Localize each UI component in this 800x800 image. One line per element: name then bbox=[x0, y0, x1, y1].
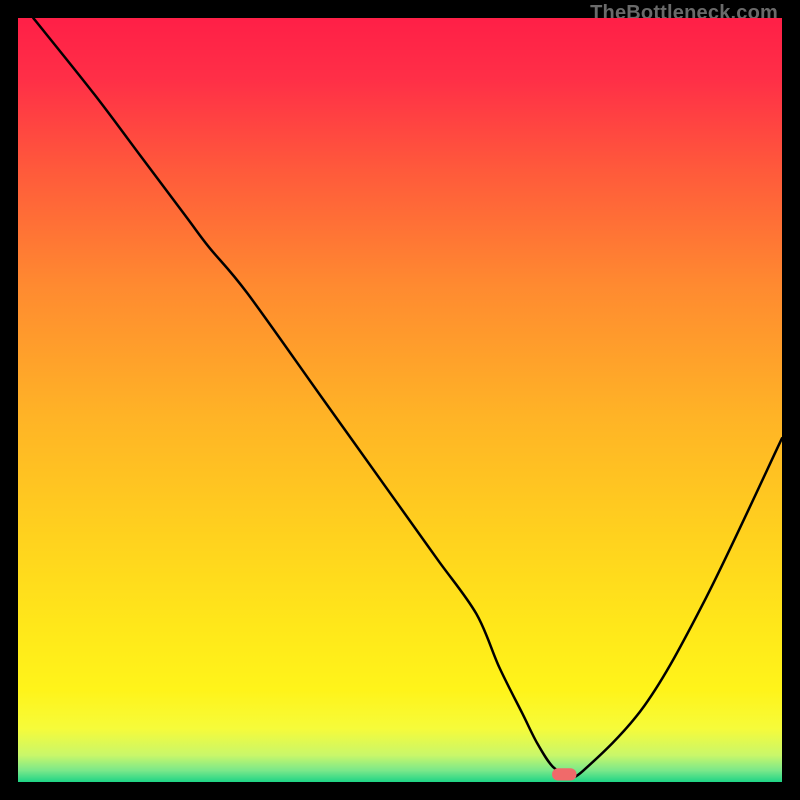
plot-area bbox=[18, 18, 782, 782]
optimal-marker bbox=[552, 768, 576, 780]
chart-svg bbox=[18, 18, 782, 782]
chart-frame: TheBottleneck.com bbox=[0, 0, 800, 800]
